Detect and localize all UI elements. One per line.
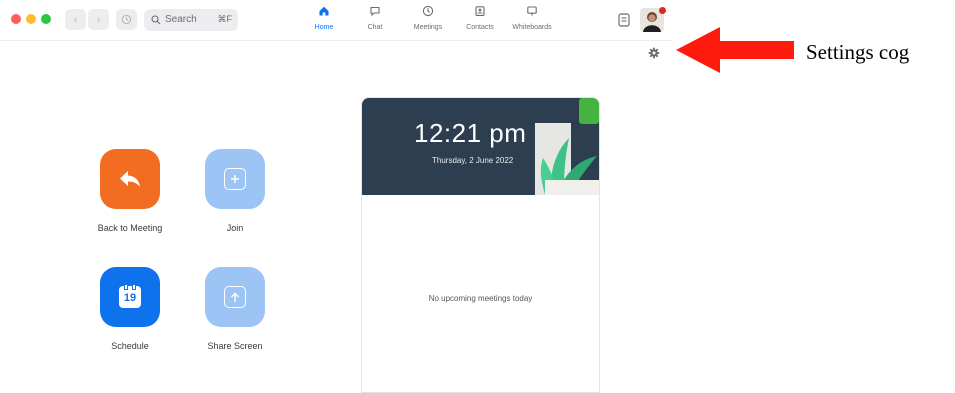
calendar-day: 19	[123, 292, 137, 304]
notification-dot	[659, 7, 666, 14]
chevron-left-icon: ‹	[73, 13, 78, 26]
upload-arrow-icon	[224, 286, 246, 308]
zoom-app-window: ‹ › Search ⌘F Home Chat Meetings Contact…	[0, 0, 672, 393]
join-label: Join	[226, 223, 244, 233]
clock-time: 12:21 pm	[414, 118, 527, 148]
schedule-label: Schedule	[111, 341, 149, 351]
share-screen-button[interactable]	[205, 267, 265, 327]
history-icon	[121, 14, 132, 25]
no-meetings-message: No upcoming meetings today	[428, 294, 533, 303]
clock-date: Thursday, 2 June 2022	[432, 156, 514, 165]
schedule-button[interactable]: 19	[100, 267, 160, 327]
calendar-icon: 19	[119, 284, 141, 308]
tab-whiteboards[interactable]: Whiteboards	[502, 4, 562, 31]
whiteboard-icon	[527, 6, 537, 16]
close-window-button[interactable]	[11, 14, 21, 24]
join-button[interactable]	[205, 149, 265, 209]
home-icon	[319, 6, 329, 16]
history-button[interactable]	[116, 9, 137, 30]
back-to-meeting-button[interactable]	[100, 149, 160, 209]
tab-whiteboards-label: Whiteboards	[512, 24, 552, 31]
zoom-window-button[interactable]	[41, 14, 51, 24]
clock-header: 12:21 pm Thursday, 2 June 2022	[362, 98, 599, 195]
back-arrow-icon	[120, 171, 140, 187]
notes-button[interactable]	[615, 11, 633, 29]
tab-meetings[interactable]: Meetings	[398, 4, 458, 31]
clock-icon	[422, 5, 434, 17]
forward-nav-button[interactable]: ›	[88, 9, 109, 30]
chevron-right-icon: ›	[96, 13, 101, 26]
tab-contacts[interactable]: Contacts	[450, 4, 510, 31]
tab-meetings-label: Meetings	[413, 24, 443, 31]
settings-gear-icon[interactable]	[648, 47, 660, 59]
contacts-icon	[475, 6, 485, 16]
red-arrow-annotation	[676, 27, 794, 73]
annotation-label: Settings cog	[806, 40, 910, 64]
minimize-window-button[interactable]	[26, 14, 36, 24]
notes-icon	[618, 13, 630, 27]
plus-icon	[224, 168, 246, 190]
search-label: Search	[165, 14, 197, 25]
search-shortcut: ⌘F	[217, 14, 233, 24]
tab-chat-label: Chat	[367, 24, 383, 31]
plant-illustration	[535, 98, 599, 195]
chat-icon	[370, 6, 380, 17]
search-input[interactable]: Search ⌘F	[144, 9, 238, 31]
upcoming-meetings-card: 12:21 pm Thursday, 2 June 2022 No upcomi…	[361, 97, 600, 393]
avatar[interactable]	[640, 7, 666, 32]
tab-chat[interactable]: Chat	[345, 4, 405, 31]
tab-contacts-label: Contacts	[466, 24, 494, 31]
top-toolbar: ‹ › Search ⌘F Home Chat Meetings Contact…	[0, 0, 672, 41]
back-to-meeting-label: Back to Meeting	[97, 223, 163, 233]
share-screen-label: Share Screen	[207, 341, 263, 351]
back-nav-button[interactable]: ‹	[65, 9, 86, 30]
search-icon	[151, 15, 161, 25]
